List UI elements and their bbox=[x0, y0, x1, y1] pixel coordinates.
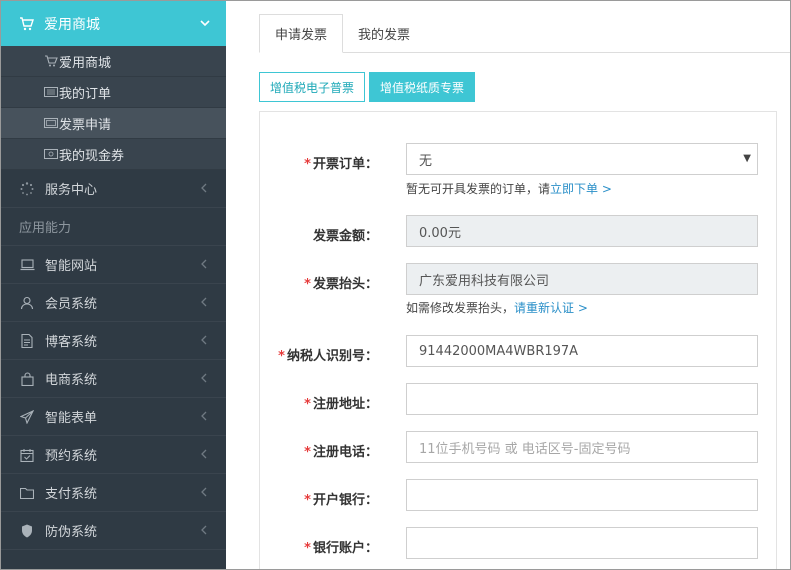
sidebar-item-label: 博客系统 bbox=[45, 335, 98, 350]
title-hint-text: 如需修改发票抬头， bbox=[406, 301, 515, 315]
spinner-icon bbox=[19, 181, 35, 197]
required-mark: * bbox=[304, 397, 311, 412]
cart-icon bbox=[43, 55, 59, 67]
sidebar-item-form[interactable]: 智能表单 bbox=[1, 398, 226, 436]
sidebar-item-label: 支付系统 bbox=[45, 487, 98, 502]
order-label: * 开票订单： bbox=[304, 157, 378, 172]
bank-label: * 开户银行： bbox=[304, 493, 378, 508]
chevron-left-icon bbox=[200, 258, 208, 273]
sidebar-subitem-label: 我的订单 bbox=[59, 86, 112, 102]
sidebar-item-ecommerce[interactable]: 电商系统 bbox=[1, 360, 226, 398]
sidebar-item-payment[interactable]: 支付系统 bbox=[1, 474, 226, 512]
tab-my-invoices[interactable]: 我的发票 bbox=[343, 14, 425, 53]
order-select-value: 无 bbox=[419, 153, 433, 169]
tax-id-label: * 纳税人识别号： bbox=[278, 349, 378, 364]
calendar-icon bbox=[19, 447, 35, 463]
tab-bar: 申请发票 我的发票 bbox=[259, 14, 425, 53]
sidebar-item-label: 智能表单 bbox=[45, 411, 98, 426]
invoice-icon bbox=[43, 118, 59, 128]
account-input[interactable] bbox=[406, 527, 758, 559]
order-select[interactable]: 无 ▼ bbox=[406, 143, 758, 175]
required-mark: * bbox=[304, 277, 311, 292]
shield-icon bbox=[19, 523, 35, 539]
required-mark: * bbox=[304, 493, 311, 508]
chevron-left-icon bbox=[200, 334, 208, 349]
list-icon bbox=[43, 87, 59, 97]
electronic-invoice-button[interactable]: 增值税电子普票 bbox=[259, 72, 366, 102]
sidebar-item-mall[interactable]: 爱用商城 bbox=[1, 1, 226, 46]
caret-down-icon: ▼ bbox=[743, 153, 751, 164]
title-field: 广东爱用科技有限公司 bbox=[406, 263, 758, 295]
title-hint: 如需修改发票抬头，请重新认证 > bbox=[406, 299, 588, 316]
sidebar-item-label: 智能网站 bbox=[45, 259, 98, 274]
chevron-left-icon bbox=[200, 448, 208, 463]
sidebar-section-title: 应用能力 bbox=[1, 208, 226, 246]
sidebar-subitem-orders[interactable]: 我的订单 bbox=[1, 77, 226, 108]
required-mark: * bbox=[304, 541, 311, 556]
sidebar-item-label: 电商系统 bbox=[45, 373, 98, 388]
account-label: * 银行账户： bbox=[304, 541, 378, 556]
sidebar-item-website[interactable]: 智能网站 bbox=[1, 246, 226, 284]
sidebar-item-label: 防伪系统 bbox=[45, 525, 98, 540]
sidebar-item-label: 预约系统 bbox=[45, 449, 98, 464]
tab-apply-invoice[interactable]: 申请发票 bbox=[259, 14, 344, 53]
bag-icon bbox=[19, 371, 35, 387]
chevron-left-icon bbox=[200, 372, 208, 387]
user-icon bbox=[19, 295, 35, 311]
sidebar-item-service[interactable]: 服务中心 bbox=[1, 170, 226, 208]
app-window: 爱用商城 爱用商城 我的订单 发票申请 我的现金券 服务中心 应用能力 智能网站… bbox=[0, 0, 791, 570]
chevron-left-icon bbox=[200, 410, 208, 425]
invoice-type-selector: 增值税电子普票 增值税纸质专票 bbox=[259, 72, 479, 102]
order-hint: 暂无可开具发票的订单，请立即下单 > bbox=[406, 180, 612, 197]
bank-input[interactable] bbox=[406, 479, 758, 511]
chevron-left-icon bbox=[200, 296, 208, 311]
sidebar-subitem-mall[interactable]: 爱用商城 bbox=[1, 46, 226, 77]
amount-label: 发票金额： bbox=[312, 229, 378, 244]
chevron-left-icon bbox=[200, 524, 208, 539]
phone-label: * 注册电话： bbox=[304, 445, 378, 460]
reauth-link[interactable]: 请重新认证 > bbox=[514, 301, 588, 315]
sidebar-item-label: 爱用商城 bbox=[44, 16, 100, 33]
address-input[interactable] bbox=[406, 383, 758, 415]
document-icon bbox=[19, 333, 35, 349]
sidebar-subitem-label: 爱用商城 bbox=[59, 55, 112, 71]
required-mark: * bbox=[304, 445, 311, 460]
address-label: * 注册地址： bbox=[304, 397, 378, 412]
order-hint-text: 暂无可开具发票的订单，请 bbox=[406, 182, 551, 196]
laptop-icon bbox=[19, 257, 35, 273]
sidebar-subitem-coupon[interactable]: 我的现金券 bbox=[1, 139, 226, 170]
cart-icon bbox=[19, 16, 34, 31]
sidebar-item-label: 服务中心 bbox=[45, 183, 98, 198]
chevron-left-icon bbox=[200, 486, 208, 501]
sidebar: 爱用商城 爱用商城 我的订单 发票申请 我的现金券 服务中心 应用能力 智能网站… bbox=[1, 1, 226, 569]
invoice-form: * 开票订单： 无 ▼ 暂无可开具发票的订单，请立即下单 > 发票金额： 0.00… bbox=[259, 111, 777, 569]
main-content: 申请发票 我的发票 增值税电子普票 增值税纸质专票 * 开票订单： 无 ▼ 暂无可… bbox=[226, 1, 790, 569]
required-mark: * bbox=[278, 349, 285, 364]
sidebar-subitem-label: 我的现金券 bbox=[59, 148, 125, 164]
order-now-link[interactable]: 立即下单 > bbox=[550, 182, 612, 196]
sidebar-item-anticounterfeit[interactable]: 防伪系统 bbox=[1, 512, 226, 550]
phone-input[interactable]: 11位手机号码 或 电话区号-固定号码 bbox=[406, 431, 758, 463]
amount-field: 0.00元 bbox=[406, 215, 758, 247]
tax-id-input[interactable]: 91442000MA4WBR197A bbox=[406, 335, 758, 367]
required-mark: * bbox=[304, 157, 311, 172]
paper-plane-icon bbox=[19, 409, 35, 425]
folder-icon bbox=[19, 485, 35, 501]
sidebar-item-booking[interactable]: 预约系统 bbox=[1, 436, 226, 474]
sidebar-submenu: 爱用商城 我的订单 发票申请 我的现金券 bbox=[1, 46, 226, 170]
title-label: * 发票抬头： bbox=[304, 277, 378, 292]
paper-invoice-button[interactable]: 增值税纸质专票 bbox=[369, 72, 476, 102]
sidebar-item-label: 会员系统 bbox=[45, 297, 98, 312]
sidebar-item-blog[interactable]: 博客系统 bbox=[1, 322, 226, 360]
chevron-down-icon bbox=[200, 16, 210, 32]
sidebar-item-member[interactable]: 会员系统 bbox=[1, 284, 226, 322]
sidebar-subitem-invoice[interactable]: 发票申请 bbox=[1, 108, 226, 139]
sidebar-subitem-label: 发票申请 bbox=[59, 117, 112, 133]
coupon-icon bbox=[43, 149, 59, 159]
chevron-left-icon bbox=[200, 182, 208, 197]
